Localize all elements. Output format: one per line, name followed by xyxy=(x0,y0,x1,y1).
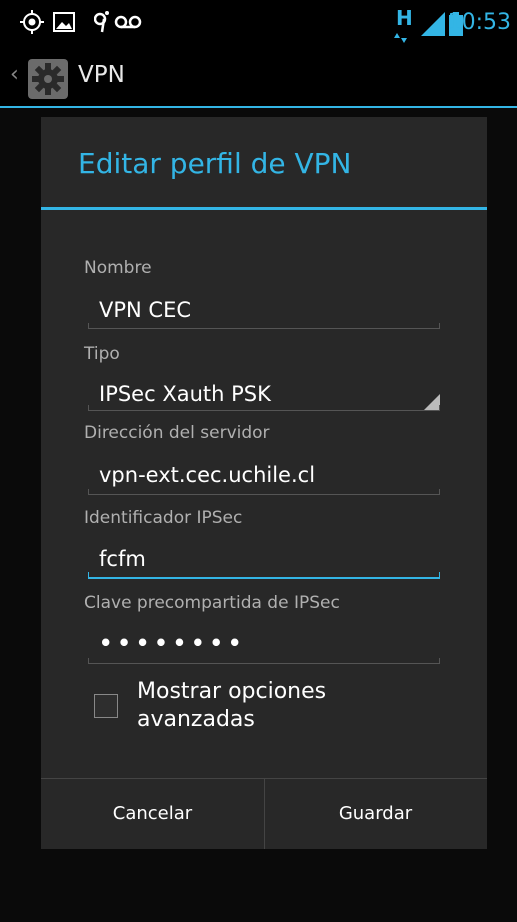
type-spinner[interactable]: IPSec Xauth PSK xyxy=(99,382,271,406)
server-field[interactable]: vpn-ext.cec.uchile.cl xyxy=(99,463,315,487)
advanced-label-line2: avanzadas xyxy=(137,707,255,732)
edit-vpn-dialog: Editar perfil de VPN Nombre VPN CEC Tipo… xyxy=(41,117,487,849)
save-button[interactable]: Guardar xyxy=(264,779,487,849)
ipsec-id-field-underline xyxy=(88,572,440,579)
network-type-label: H xyxy=(396,6,413,30)
type-label: Tipo xyxy=(84,344,120,364)
dialog-title: Editar perfil de VPN xyxy=(78,147,352,180)
type-spinner-underline xyxy=(88,405,440,411)
image-notification-icon xyxy=(52,10,76,38)
advanced-options-checkbox[interactable] xyxy=(94,694,118,718)
gps-icon xyxy=(20,10,44,38)
psk-field-underline xyxy=(88,658,440,664)
psk-label: Clave precompartida de IPSec xyxy=(84,593,340,613)
advanced-label-line1: Mostrar opciones xyxy=(137,679,327,704)
server-field-underline xyxy=(88,489,440,495)
voicemail-icon xyxy=(114,10,142,38)
status-bar: H 10:53 xyxy=(0,0,517,50)
data-activity-icon xyxy=(394,28,410,47)
name-label: Nombre xyxy=(84,258,152,278)
server-label: Dirección del servidor xyxy=(84,423,270,443)
page-title: VPN xyxy=(78,62,125,88)
psk-field[interactable]: •••••••• xyxy=(99,631,246,655)
ipsec-id-label: Identificador IPSec xyxy=(84,508,243,528)
title-divider xyxy=(41,207,487,210)
advanced-options-label[interactable]: Mostrar opciones avanzadas xyxy=(137,678,437,734)
name-field[interactable]: VPN CEC xyxy=(99,298,191,322)
ipsec-id-field[interactable]: fcfm xyxy=(99,547,146,571)
usb-debug-icon xyxy=(93,10,110,38)
cancel-button[interactable]: Cancelar xyxy=(41,779,264,849)
signal-icon xyxy=(421,12,445,40)
action-bar: ‹ VPN xyxy=(0,50,517,108)
name-field-underline xyxy=(88,323,440,329)
clock: 10:53 xyxy=(447,10,511,35)
settings-gear-icon[interactable] xyxy=(26,57,70,105)
spinner-arrow-icon[interactable] xyxy=(424,394,440,410)
back-caret-icon[interactable]: ‹ xyxy=(10,62,19,87)
